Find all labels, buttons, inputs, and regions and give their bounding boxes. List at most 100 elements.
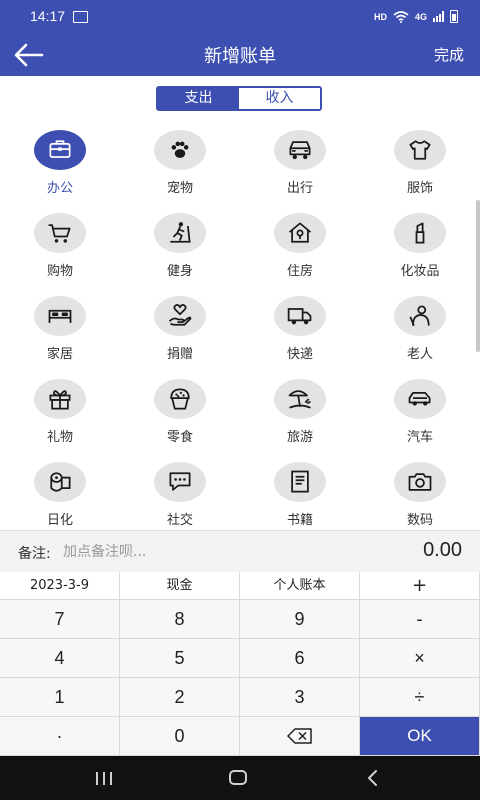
recents-icon[interactable] — [96, 772, 112, 785]
category-item[interactable]: 汽车 — [360, 379, 480, 462]
wifi-icon — [393, 10, 409, 23]
category-label: 健身 — [166, 264, 193, 279]
category-label: 数码 — [406, 513, 433, 528]
key-plus[interactable]: + — [360, 572, 480, 600]
category-label: 社交 — [166, 513, 193, 528]
key-3[interactable]: 3 — [240, 678, 360, 717]
cart-icon — [34, 213, 86, 253]
category-item[interactable]: 家居 — [0, 296, 120, 379]
status-time: 14:17 — [30, 8, 66, 24]
status-bar: 14:17 HD 4G — [0, 0, 480, 34]
category-label: 老人 — [406, 347, 433, 362]
category-item[interactable]: 旅游 — [240, 379, 360, 462]
category-item[interactable]: 数码 — [360, 462, 480, 528]
automobile-icon — [394, 379, 446, 419]
house-icon — [274, 213, 326, 253]
status-icons: HD 4G — [374, 10, 458, 23]
key-0[interactable]: 0 — [120, 717, 240, 756]
category-label: 购物 — [46, 264, 73, 279]
category-item[interactable]: 日化 — [0, 462, 120, 528]
category-label: 礼物 — [46, 430, 73, 445]
category-item[interactable]: 购物 — [0, 213, 120, 296]
scrollbar[interactable] — [476, 200, 480, 352]
key-decimal[interactable]: · — [0, 717, 120, 756]
keypad: 2023-3-9 现金 个人账本 + 7 8 9 - 4 5 6 × 1 2 3… — [0, 572, 480, 756]
title-bar: 新增账单 完成 — [0, 34, 480, 76]
network-type-label: 4G — [414, 11, 427, 22]
paw-icon — [154, 130, 206, 170]
category-label: 出行 — [286, 181, 313, 196]
category-item[interactable]: 社交 — [120, 462, 240, 528]
category-item[interactable]: 服饰 — [360, 130, 480, 213]
beach-icon — [274, 379, 326, 419]
key-9[interactable]: 9 — [240, 600, 360, 639]
backspace-icon — [286, 728, 312, 744]
book-icon — [274, 462, 326, 502]
category-label: 办公 — [46, 181, 73, 196]
camera-icon — [394, 462, 446, 502]
category-item[interactable]: 书籍 — [240, 462, 360, 528]
nav-back-icon[interactable] — [364, 769, 380, 787]
home-icon[interactable] — [229, 770, 247, 785]
category-label: 住房 — [286, 264, 313, 279]
category-label: 书籍 — [286, 513, 313, 528]
category-item[interactable]: 礼物 — [0, 379, 120, 462]
category-item[interactable]: 出行 — [240, 130, 360, 213]
key-5[interactable]: 5 — [120, 639, 240, 678]
key-minus[interactable]: - — [360, 600, 480, 639]
category-item[interactable]: 化妆品 — [360, 213, 480, 296]
key-multiply[interactable]: × — [360, 639, 480, 678]
category-label: 宠物 — [166, 181, 193, 196]
ledger-select-button[interactable]: 个人账本 — [240, 572, 360, 600]
date-picker-button[interactable]: 2023-3-9 — [0, 572, 120, 600]
category-item[interactable]: 办公 — [0, 130, 120, 213]
ok-button[interactable]: OK — [360, 717, 480, 756]
done-button[interactable]: 完成 — [434, 44, 464, 65]
note-label: 备注: — [18, 546, 51, 562]
battery-icon — [450, 10, 458, 23]
category-label: 旅游 — [286, 430, 313, 445]
payment-account-button[interactable]: 现金 — [120, 572, 240, 600]
category-item[interactable]: 捐赠 — [120, 296, 240, 379]
car-icon — [274, 130, 326, 170]
category-grid: 办公 宠物 出行 服饰购物 健身 住房 化妆品家居 捐赠 快递 老人礼物 零食 旅游 汽车日化 社交 书籍 数… — [0, 130, 480, 528]
treadmill-icon — [154, 213, 206, 253]
category-item[interactable]: 住房 — [240, 213, 360, 296]
chat-icon — [154, 462, 206, 502]
category-item[interactable]: 老人 — [360, 296, 480, 379]
key-8[interactable]: 8 — [120, 600, 240, 639]
gift-icon — [34, 379, 86, 419]
tab-income[interactable]: 收入 — [239, 88, 320, 109]
category-item[interactable]: 健身 — [120, 213, 240, 296]
key-2[interactable]: 2 — [120, 678, 240, 717]
key-backspace[interactable] — [240, 717, 360, 756]
key-7[interactable]: 7 — [0, 600, 120, 639]
page-title: 新增账单 — [204, 46, 276, 67]
key-4[interactable]: 4 — [0, 639, 120, 678]
key-divide[interactable]: ÷ — [360, 678, 480, 717]
type-segmented-control: 支出 收入 — [156, 86, 322, 111]
category-label: 零食 — [166, 430, 193, 445]
category-label: 日化 — [46, 513, 73, 528]
category-label: 服饰 — [406, 181, 433, 196]
elder-icon — [394, 296, 446, 336]
muffin-icon — [154, 379, 206, 419]
category-label: 化妆品 — [400, 264, 440, 279]
signal-icon — [433, 11, 444, 22]
category-item[interactable]: 零食 — [120, 379, 240, 462]
category-label: 捐赠 — [166, 347, 193, 362]
key-6[interactable]: 6 — [240, 639, 360, 678]
key-1[interactable]: 1 — [0, 678, 120, 717]
briefcase-icon — [34, 130, 86, 170]
category-item[interactable]: 快递 — [240, 296, 360, 379]
category-item[interactable]: 宠物 — [120, 130, 240, 213]
truck-icon — [274, 296, 326, 336]
system-nav-bar — [0, 756, 480, 800]
note-bar: 备注: 0.00 — [0, 530, 480, 573]
tissue-roll-icon — [34, 462, 86, 502]
note-input[interactable] — [63, 539, 303, 565]
tab-expense[interactable]: 支出 — [158, 88, 239, 109]
shirt-icon — [394, 130, 446, 170]
category-label: 快递 — [286, 347, 313, 362]
category-label: 汽车 — [406, 430, 433, 445]
